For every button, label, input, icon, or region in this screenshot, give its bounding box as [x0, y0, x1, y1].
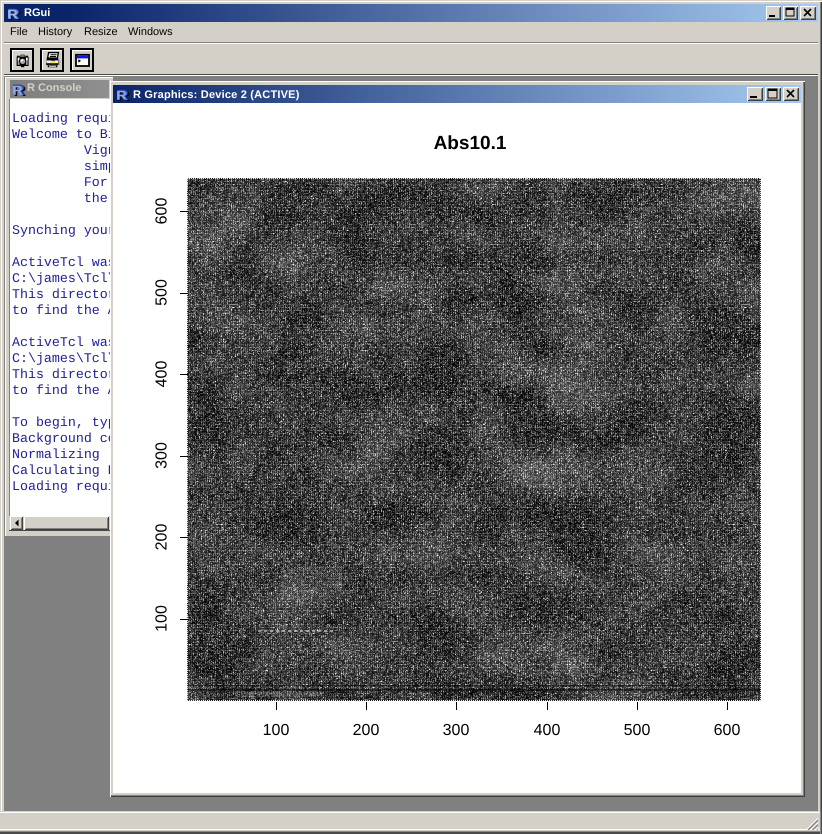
svg-text:300: 300: [154, 442, 171, 469]
svg-text:400: 400: [154, 361, 171, 388]
svg-text:500: 500: [154, 279, 171, 306]
svg-text:R: R: [12, 83, 23, 97]
svg-text:R: R: [7, 7, 18, 21]
svg-text:600: 600: [154, 198, 171, 225]
svg-text:200: 200: [154, 524, 171, 551]
svg-text:GENEPIX MICROARRAY: GENEPIX MICROARRAY: [235, 690, 324, 699]
svg-text:R: R: [116, 88, 127, 102]
svg-text:100: 100: [154, 605, 171, 632]
